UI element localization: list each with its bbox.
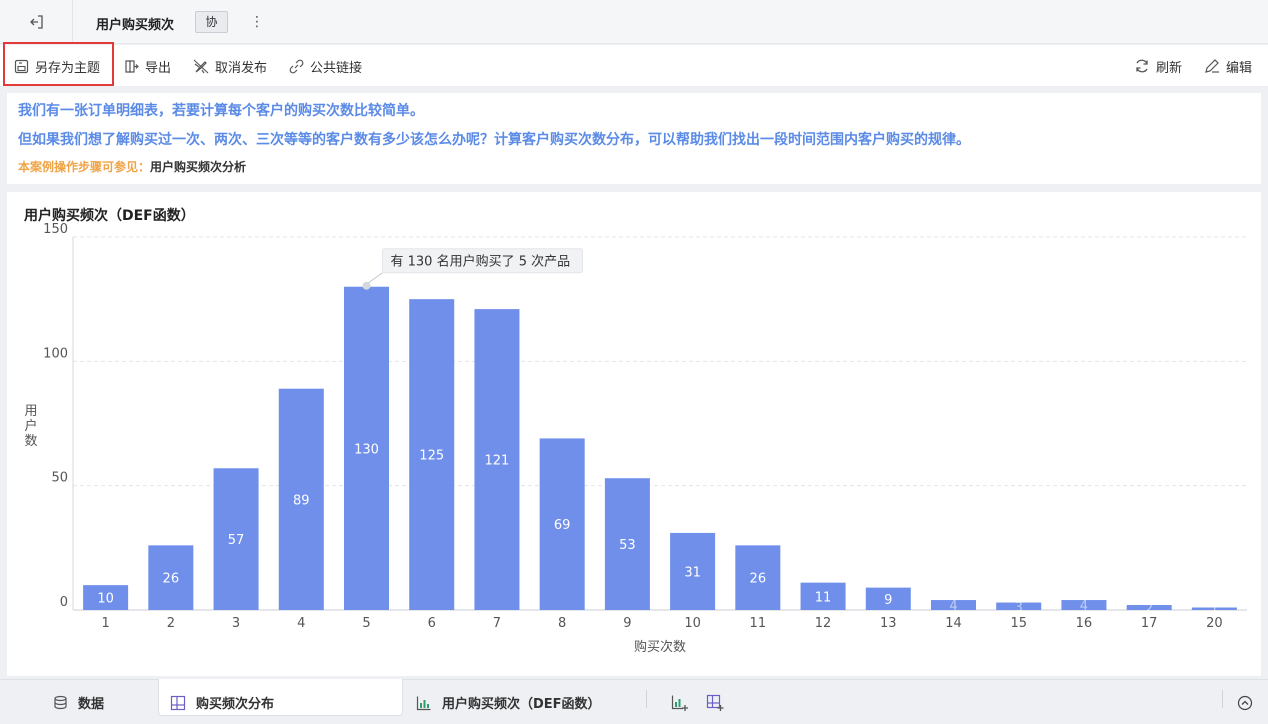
- bar-value-label: 4: [1080, 599, 1088, 614]
- export-label: 导出: [145, 60, 172, 76]
- unpublish-button[interactable]: 取消发布: [193, 45, 267, 87]
- add-component-button[interactable]: [671, 680, 699, 724]
- bar-value-label: 11: [815, 590, 832, 605]
- collab-badge[interactable]: 协: [195, 11, 228, 33]
- y-axis-title-char: 户: [24, 418, 37, 434]
- bar-value-label: 53: [619, 538, 636, 553]
- x-tick-label: 9: [623, 616, 631, 631]
- bar-value-label: 125: [419, 449, 444, 464]
- document-title: 用户购买频次: [96, 18, 175, 33]
- y-axis-title-char: 数: [24, 434, 37, 449]
- title-bar: 用户购买频次 协 ⋮: [0, 0, 1268, 44]
- bar-value-label: 3: [1015, 600, 1023, 615]
- add-dashboard-icon: [706, 694, 724, 711]
- bar-value-label: 130: [354, 442, 379, 457]
- divider: [72, 0, 73, 44]
- public-link-label: 公共链接: [310, 60, 363, 76]
- bar-value-label: 69: [554, 518, 571, 533]
- bar-value-label: 26: [750, 572, 767, 587]
- divider: [646, 690, 647, 708]
- add-chart-icon: [671, 695, 688, 711]
- chevron-up-icon: [1237, 695, 1253, 710]
- bar-value-label: 57: [228, 533, 245, 548]
- edit-button[interactable]: 编辑: [1204, 45, 1252, 87]
- x-tick-label: 16: [1076, 616, 1093, 631]
- bar-chart: 0501001501012625738941305125612176985393…: [24, 222, 1247, 655]
- x-tick-label: 5: [362, 616, 370, 631]
- dashboard-icon: [170, 695, 186, 710]
- refresh-icon: [1136, 59, 1148, 73]
- x-tick-label: 20: [1206, 616, 1223, 631]
- x-tick-label: 13: [880, 616, 897, 631]
- x-tick-label: 6: [428, 616, 436, 631]
- reference-prefix: 本案例操作步骤可参见：: [18, 160, 151, 174]
- x-tick-label: 4: [297, 616, 305, 631]
- tooltip-anchor-dot: [362, 281, 371, 290]
- bar-value-label: 4: [949, 599, 957, 614]
- highlight-frame: [3, 42, 114, 86]
- description-panel: 我们有一张订单明细表，若要计算每个客户的购买次数比较简单。 但如果我们想了解购买…: [7, 93, 1261, 184]
- tab-purchase-frequency-distribution[interactable]: 购买频次分布: [170, 680, 274, 724]
- exit-icon[interactable]: [26, 12, 48, 32]
- edit-label: 编辑: [1226, 60, 1253, 76]
- bottom-bar: 数据 购买频次分布 用户购买频次（DEF函数）: [0, 679, 1268, 724]
- link-icon: [289, 59, 304, 73]
- reference-line: 本案例操作步骤可参见：用户购买频次分析: [18, 158, 246, 175]
- description-line-2: 但如果我们想了解购买过一次、两次、三次等等的客户数有多少该怎么办呢？计算客户购买…: [18, 132, 970, 148]
- bar-value-label: 121: [485, 454, 510, 469]
- bar-value-label: 31: [684, 565, 701, 580]
- tab-2-label: 用户购买频次（DEF函数）: [442, 697, 601, 712]
- y-axis-title-char: 用: [24, 404, 37, 419]
- unpublish-icon: [193, 59, 209, 73]
- refresh-label: 刷新: [1156, 60, 1183, 76]
- unpublish-label: 取消发布: [215, 60, 268, 76]
- bar-value-label: 26: [163, 572, 180, 587]
- database-icon: [54, 695, 67, 710]
- refresh-button[interactable]: 刷新: [1134, 45, 1182, 87]
- x-tick-label: 15: [1010, 616, 1027, 631]
- edit-icon: [1205, 59, 1219, 73]
- bar-value-label: 89: [293, 493, 310, 508]
- export-icon: [125, 59, 139, 73]
- bar-value-label: 9: [884, 593, 892, 608]
- x-tick-label: 1: [101, 616, 109, 631]
- description-line-1: 我们有一张订单明细表，若要计算每个客户的购买次数比较简单。: [18, 103, 424, 119]
- reference-link[interactable]: 用户购买频次分析: [150, 160, 246, 174]
- export-button[interactable]: 导出: [124, 45, 171, 87]
- bar-value-label: 10: [97, 592, 114, 607]
- x-tick-label: 7: [493, 616, 501, 631]
- data-tab[interactable]: 数据: [53, 680, 104, 724]
- tooltip-leader-line: [368, 272, 383, 284]
- bar-chart-icon: [416, 696, 431, 710]
- x-tick-label: 3: [232, 616, 240, 631]
- chart-panel: 用户购买频次（DEF函数） 0 50 100 150 10 1 26 2 57 3 89 4 130 5 1…: [7, 192, 1261, 676]
- x-tick-label: 11: [750, 616, 767, 631]
- more-options-icon[interactable]: ⋮: [250, 12, 264, 32]
- y-tick-label: 150: [43, 222, 68, 237]
- toolbar: 另存为主题 导出 取消发布 公共链接 刷新 编辑: [0, 45, 1268, 87]
- x-tick-label: 17: [1141, 616, 1158, 631]
- x-tick-label: 10: [684, 616, 701, 631]
- tab-user-purchase-frequency[interactable]: 用户购买频次（DEF函数）: [416, 680, 601, 724]
- x-tick-label: 12: [815, 616, 832, 631]
- x-tick-label: 8: [558, 616, 566, 631]
- add-dashboard-button[interactable]: [706, 680, 734, 724]
- x-axis-title: 购买次数: [634, 639, 686, 655]
- data-tab-label: 数据: [78, 697, 105, 712]
- tab-1-label: 购买频次分布: [196, 697, 275, 712]
- tooltip-text: 有 130 名用户购买了 5 次产品: [391, 254, 571, 270]
- x-tick-label: 2: [167, 616, 175, 631]
- y-tick-label: 0: [60, 595, 68, 610]
- collapse-button[interactable]: [1237, 680, 1263, 724]
- y-tick-label: 50: [51, 471, 68, 486]
- bar-value-label: 2: [1145, 602, 1153, 617]
- y-tick-label: 100: [43, 346, 68, 361]
- public-link-button[interactable]: 公共链接: [289, 45, 362, 87]
- x-tick-label: 14: [945, 616, 962, 631]
- divider: [1222, 690, 1223, 708]
